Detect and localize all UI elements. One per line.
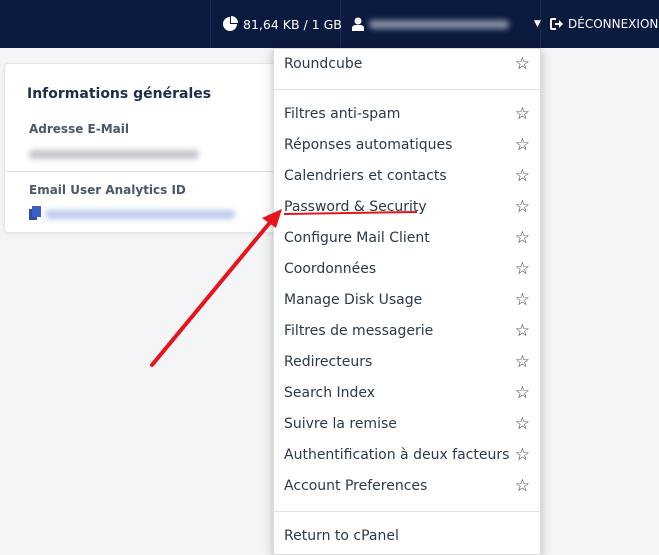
annotation-overlay [150, 209, 418, 367]
arrow-annotation [150, 218, 274, 367]
arrowhead-icon [262, 209, 282, 228]
underline-annotation [283, 211, 418, 215]
